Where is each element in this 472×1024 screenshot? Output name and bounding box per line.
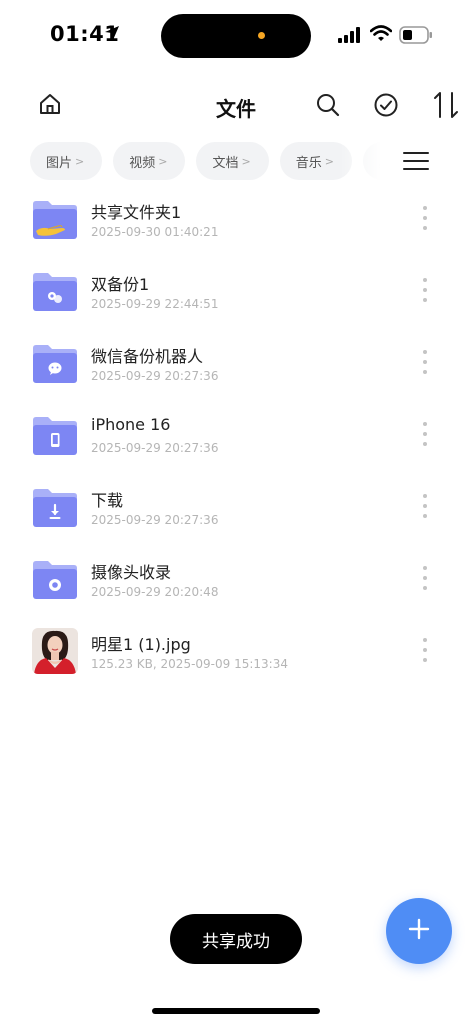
category-filter-chips: 图片> 视频> 文档> 音乐> 其他> [30,142,380,180]
hamburger-menu-icon[interactable] [403,151,429,175]
camera-folder-icon [32,556,78,602]
file-row[interactable]: 明星1 (1).jpg 125.23 KB, 2025-09-09 15:13:… [0,622,472,694]
more-options-icon[interactable] [415,278,435,302]
file-meta: 2025-09-29 22:44:51 [91,297,219,311]
phone-folder-icon [32,412,78,458]
file-name: 双备份1 [91,275,150,294]
status-bar: 01:41 [0,0,472,70]
toast-message: 共享成功 [170,914,302,964]
chip-videos[interactable]: 视频 > [113,142,186,180]
more-options-icon[interactable] [415,350,435,374]
chip-label: 音乐 [295,155,322,171]
chevron-right-icon: > [241,154,251,168]
file-row[interactable]: 双备份1 2025-09-29 22:44:51 [0,262,472,334]
chip-images[interactable]: 图片 > [30,142,103,180]
file-meta: 2025-09-29 20:20:48 [91,585,219,599]
more-options-icon[interactable] [415,638,435,662]
battery-icon [399,26,433,48]
file-name: iPhone 16 [91,415,171,434]
search-icon[interactable] [315,92,341,122]
file-meta: 2025-09-29 20:27:36 [91,513,219,527]
file-row[interactable]: 微信备份机器人 2025-09-29 20:27:36 [0,334,472,406]
plus-icon [408,918,430,944]
file-row[interactable]: 摄像头收录 2025-09-29 20:20:48 [0,550,472,622]
sort-icon[interactable] [433,91,459,123]
location-arrow-icon [104,25,120,45]
privacy-indicator-dot [258,32,265,39]
file-meta: 125.23 KB, 2025-09-09 15:13:34 [91,657,288,671]
file-row[interactable]: 下载 2025-09-29 20:27:36 [0,478,472,550]
chip-label: 视频 [129,155,156,171]
file-name: 微信备份机器人 [91,347,204,366]
chevron-right-icon: > [158,154,168,168]
file-list: 共享文件夹1 2025-09-30 01:40:21 双备份1 2025-09-… [0,190,472,694]
file-name: 下载 [91,491,124,510]
file-name: 共享文件夹1 [91,203,182,222]
file-row[interactable]: iPhone 16 2025-09-29 20:27:36 [0,406,472,478]
home-indicator[interactable] [152,1008,320,1014]
shared-folder-icon [32,196,78,242]
chips-fade-overlay [340,142,382,180]
more-options-icon[interactable] [415,566,435,590]
file-meta: 2025-09-29 20:27:36 [91,441,219,455]
chip-label: 文档 [212,155,239,171]
wifi-icon [369,25,393,46]
select-check-icon[interactable] [373,92,399,122]
page-title: 文件 [216,97,256,121]
dynamic-island [161,14,311,58]
dual-backup-folder-icon [32,268,78,314]
chevron-right-icon: > [324,154,334,168]
cellular-signal-icon [338,27,362,47]
file-meta: 2025-09-30 01:40:21 [91,225,219,239]
download-folder-icon [32,484,78,530]
file-name: 摄像头收录 [91,563,172,582]
more-options-icon[interactable] [415,494,435,518]
add-button[interactable] [386,898,452,964]
file-name: 明星1 (1).jpg [91,635,191,654]
top-nav-bar: 文件 [0,80,472,130]
photo-thumbnail [32,628,78,674]
chip-documents[interactable]: 文档 > [196,142,269,180]
file-meta: 2025-09-29 20:27:36 [91,369,219,383]
more-options-icon[interactable] [415,206,435,230]
chevron-right-icon: > [75,154,85,168]
wechat-folder-icon [32,340,78,386]
more-options-icon[interactable] [415,422,435,446]
file-row[interactable]: 共享文件夹1 2025-09-30 01:40:21 [0,190,472,262]
chip-label: 图片 [46,155,73,171]
